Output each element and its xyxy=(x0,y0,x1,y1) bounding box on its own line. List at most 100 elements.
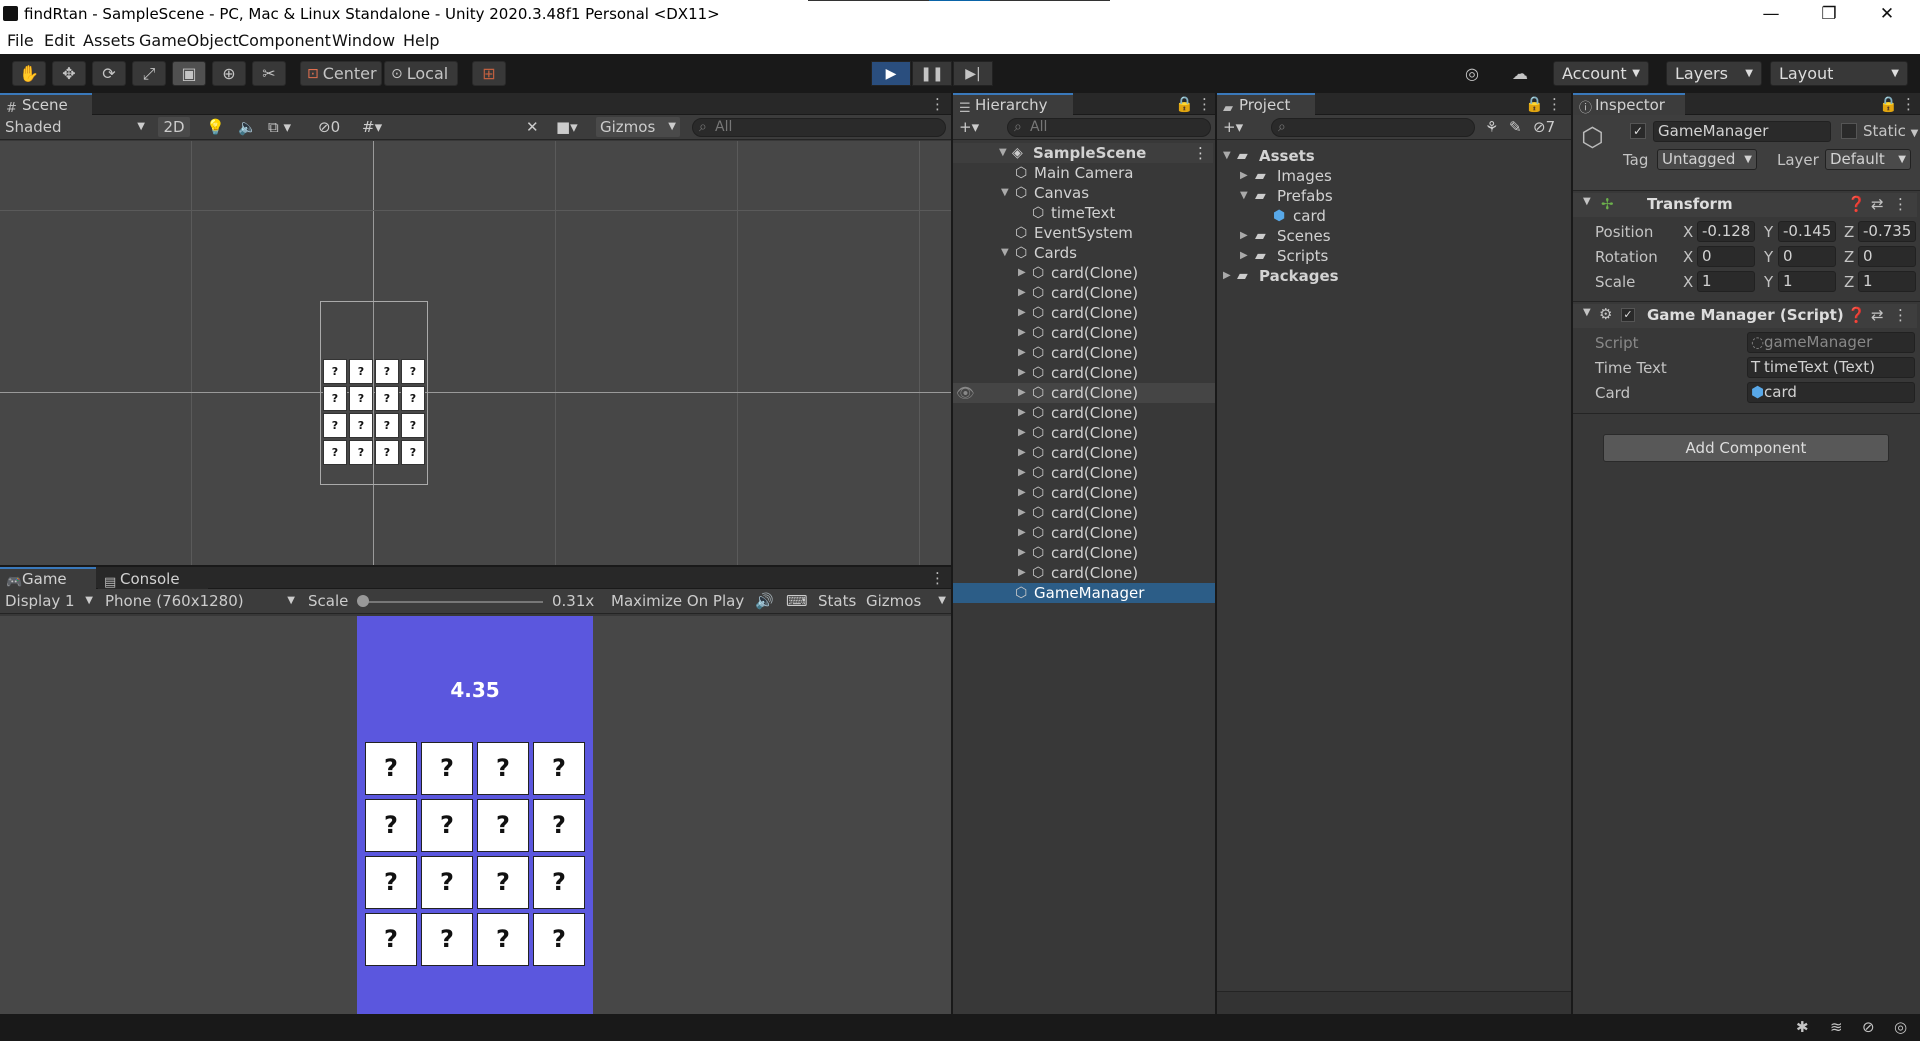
menu-edit[interactable]: Edit xyxy=(44,31,75,50)
keyboard-icon[interactable]: ⌨ xyxy=(786,591,808,611)
game-card[interactable]: ? xyxy=(477,856,529,909)
add-component-button[interactable]: Add Component xyxy=(1603,434,1889,462)
game-card[interactable]: ? xyxy=(421,742,473,795)
project-search-input[interactable]: ⌕ xyxy=(1271,118,1475,137)
rotation-x-field[interactable]: 0 xyxy=(1697,246,1755,267)
chevron-right-icon[interactable]: ▶ xyxy=(1018,543,1026,563)
project-item-packages[interactable]: ▶ ▰ Packages xyxy=(1217,266,1477,286)
game-card[interactable]: ? xyxy=(477,913,529,966)
cloud-icon[interactable]: ☁ xyxy=(1503,61,1537,86)
more-icon[interactable]: ⋮ xyxy=(1193,143,1208,163)
auto-generate-icon[interactable]: ⊘ xyxy=(1862,1018,1875,1036)
move-tool-icon[interactable]: ✥ xyxy=(52,61,86,86)
layer-dropdown[interactable]: Default ▼ xyxy=(1825,149,1911,170)
hierarchy-item[interactable]: ⬡ GameManager xyxy=(953,583,1215,603)
filter-label-icon[interactable]: ✎ xyxy=(1509,117,1522,137)
scale-z-field[interactable]: 1 xyxy=(1858,271,1916,292)
object-name-field[interactable]: GameManager xyxy=(1653,121,1831,142)
rect-tool-icon[interactable]: ▣ xyxy=(172,61,206,86)
tab-scene[interactable]: # Scene xyxy=(0,93,92,116)
game-card[interactable]: ? xyxy=(421,856,473,909)
script-enabled-checkbox[interactable]: ✓ xyxy=(1621,308,1635,322)
snap-grid-icon[interactable]: ⊞ xyxy=(472,61,506,86)
camera-icon[interactable]: ■▾ xyxy=(556,117,578,137)
game-card[interactable]: ? xyxy=(477,742,529,795)
project-item-images[interactable]: ▶ ▰ Images xyxy=(1217,166,1477,186)
game-card[interactable]: ? xyxy=(477,799,529,852)
scale-tool-icon[interactable]: ⤢ xyxy=(132,61,166,86)
scene-root-row[interactable]: ▼ ◈ SampleScene ⋮ xyxy=(953,143,1213,163)
hierarchy-item[interactable]: ▶ ⬡ card(Clone) xyxy=(953,483,1215,503)
resolution-dropdown[interactable]: Phone (760x1280) ▼ xyxy=(105,591,297,611)
tab-project[interactable]: ▰ Project xyxy=(1217,93,1315,116)
layout-dropdown[interactable]: Layout ▼ xyxy=(1770,61,1908,86)
chevron-right-icon[interactable]: ▶ xyxy=(1018,463,1026,483)
tools-icon[interactable]: ✕ xyxy=(526,117,539,137)
add-icon[interactable]: +▾ xyxy=(959,117,979,137)
minimize-button[interactable]: — xyxy=(1742,0,1800,29)
scale-slider-handle[interactable] xyxy=(357,595,369,607)
layers-stack-icon[interactable]: ≋ xyxy=(1830,1018,1843,1036)
play-button[interactable]: ▶ xyxy=(871,61,911,86)
hierarchy-item[interactable]: ▶ ⬡ card(Clone) xyxy=(953,423,1215,443)
menu-assets[interactable]: Assets xyxy=(83,31,135,50)
game-card[interactable]: ? xyxy=(421,799,473,852)
chevron-right-icon[interactable]: ▶ xyxy=(1018,523,1026,543)
active-checkbox[interactable]: ✓ xyxy=(1630,123,1646,139)
hierarchy-item[interactable]: ▶ ⬡ card(Clone) xyxy=(953,323,1215,343)
hidden-packages-icon[interactable]: ⊘7 xyxy=(1533,117,1555,137)
scale-slider-track[interactable] xyxy=(360,601,543,603)
chevron-right-icon[interactable]: ▶ xyxy=(1018,443,1026,463)
display-dropdown[interactable]: Display 1 ▼ xyxy=(5,591,95,611)
position-x-field[interactable]: -0.128 xyxy=(1697,221,1755,242)
hierarchy-item[interactable]: ▶ ⬡ card(Clone) xyxy=(953,283,1215,303)
menu-component[interactable]: Component xyxy=(238,31,331,50)
hierarchy-search-input[interactable]: ⌕ All xyxy=(1007,118,1211,137)
shading-dropdown[interactable]: Shaded ▼ xyxy=(5,117,153,137)
progress-icon[interactable]: ◎ xyxy=(1894,1018,1907,1036)
lighting-icon[interactable]: 💡 xyxy=(206,117,225,137)
layers-dropdown[interactable]: Layers ▼ xyxy=(1666,61,1762,86)
chevron-right-icon[interactable]: ▶ xyxy=(1018,283,1026,303)
effects-icon[interactable]: ⧉ ▾ xyxy=(268,117,291,137)
hand-tool-icon[interactable]: ✋ xyxy=(12,61,46,86)
position-y-field[interactable]: -0.145 xyxy=(1778,221,1836,242)
grid-toggle-icon[interactable]: #▾ xyxy=(362,117,382,137)
chevron-down-icon[interactable]: ▼ xyxy=(1001,183,1009,203)
hierarchy-item[interactable]: ⬡ timeText xyxy=(953,203,1215,223)
position-z-field[interactable]: -0.735 xyxy=(1858,221,1916,242)
menu-file[interactable]: File xyxy=(7,31,34,50)
game-card[interactable]: ? xyxy=(533,742,585,795)
game-card[interactable]: ? xyxy=(533,913,585,966)
custom-tool-icon[interactable]: ✂ xyxy=(252,61,286,86)
tab-hierarchy[interactable]: ☰ Hierarchy xyxy=(953,93,1073,116)
lock-icon[interactable]: 🔒 xyxy=(1879,95,1898,113)
tab-console[interactable]: ▤ Console xyxy=(98,567,208,590)
more-icon[interactable]: ⋮ xyxy=(1893,195,1908,213)
static-dropdown[interactable]: Static ▼ xyxy=(1863,122,1918,140)
help-icon[interactable]: ❓ xyxy=(1847,195,1866,213)
rotation-z-field[interactable]: 0 xyxy=(1858,246,1916,267)
debug-icon[interactable]: ✱ xyxy=(1796,1018,1809,1036)
hierarchy-item[interactable]: ▶ ⬡ card(Clone) xyxy=(953,303,1215,323)
scene-search-input[interactable]: ⌕ All xyxy=(692,118,946,137)
chevron-right-icon[interactable]: ▶ xyxy=(1018,303,1026,323)
pivot-local-button[interactable]: ⊙ Local xyxy=(384,61,458,86)
hierarchy-item[interactable]: ▶ ⬡ card(Clone) xyxy=(953,563,1215,583)
close-button[interactable]: ✕ xyxy=(1858,0,1916,29)
project-item-assets[interactable]: ▼ ▰ Assets xyxy=(1217,146,1477,166)
script-header[interactable]: ▼ ⚙ ✓ Game Manager (Script) ❓ ⇄ ⋮ xyxy=(1573,304,1917,328)
2d-toggle[interactable]: 2D xyxy=(158,117,190,137)
pivot-center-button[interactable]: ⊡ Center xyxy=(300,61,382,86)
help-icon[interactable]: ❓ xyxy=(1847,306,1866,324)
transform-header[interactable]: ▼ ✢ Transform ❓ ⇄ ⋮ xyxy=(1573,193,1917,217)
hierarchy-item[interactable]: ▶ ⬡ card(Clone) xyxy=(953,503,1215,523)
time-text-object-field[interactable]: TtimeText (Text) xyxy=(1747,357,1915,378)
more-icon[interactable]: ⋮ xyxy=(1547,95,1562,113)
gizmos-dropdown[interactable]: Gizmos ▼ xyxy=(596,117,680,137)
project-item-scripts[interactable]: ▶ ▰ Scripts xyxy=(1217,246,1477,266)
hidden-objects-icon[interactable]: ⊘0 xyxy=(318,117,340,137)
project-item-prefabs[interactable]: ▼ ▰ Prefabs xyxy=(1217,186,1477,206)
collab-icon[interactable]: ◎ xyxy=(1455,61,1489,86)
game-card[interactable]: ? xyxy=(365,742,417,795)
